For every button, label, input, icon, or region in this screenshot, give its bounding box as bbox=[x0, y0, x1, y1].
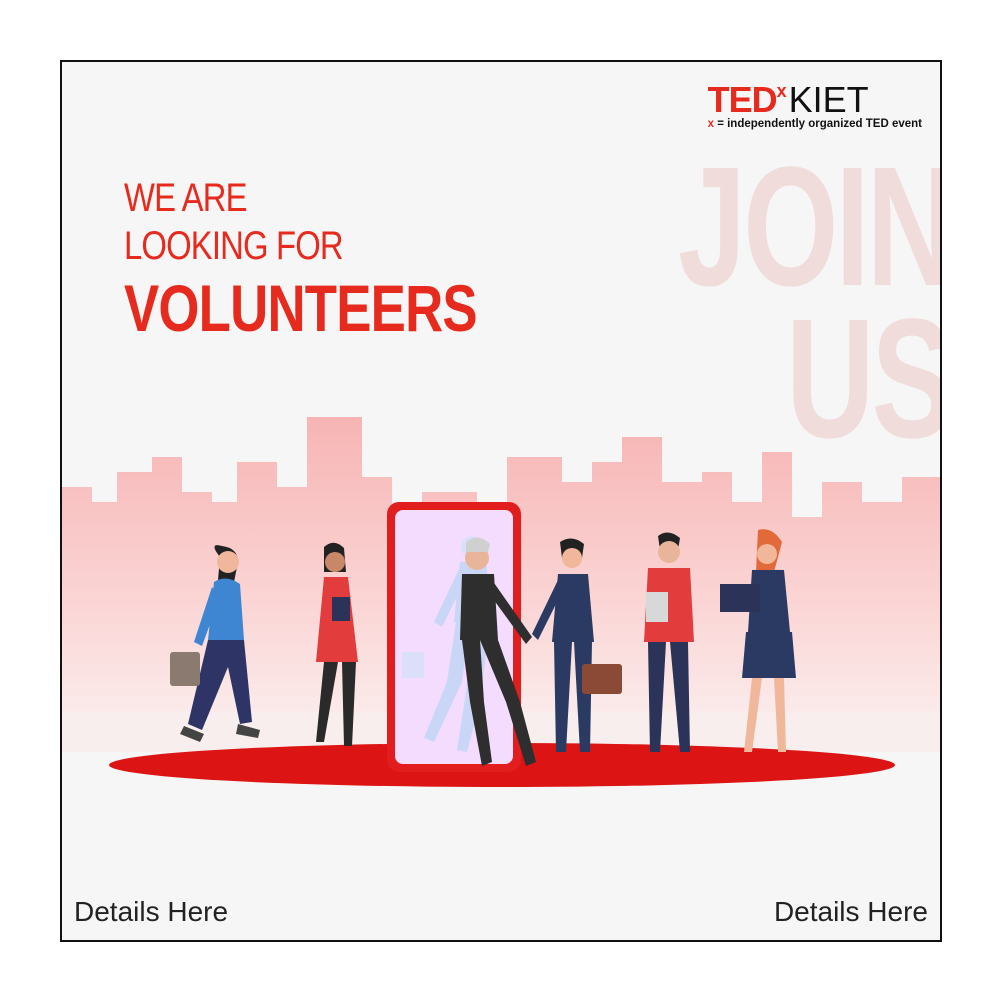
poster: JOIN US TED x KIET x = independently org… bbox=[60, 60, 942, 942]
woman-red-dress-figure bbox=[316, 542, 358, 746]
details-right-text: Details Here bbox=[773, 896, 928, 927]
woman-laptop-figure bbox=[720, 529, 796, 752]
man-red-shirt-figure bbox=[644, 532, 694, 752]
woman-navy-suit-figure bbox=[532, 538, 622, 752]
woman-blue-top-figure bbox=[170, 545, 260, 742]
details-left-text: Details Here bbox=[74, 896, 229, 927]
people-illustration bbox=[109, 502, 895, 787]
